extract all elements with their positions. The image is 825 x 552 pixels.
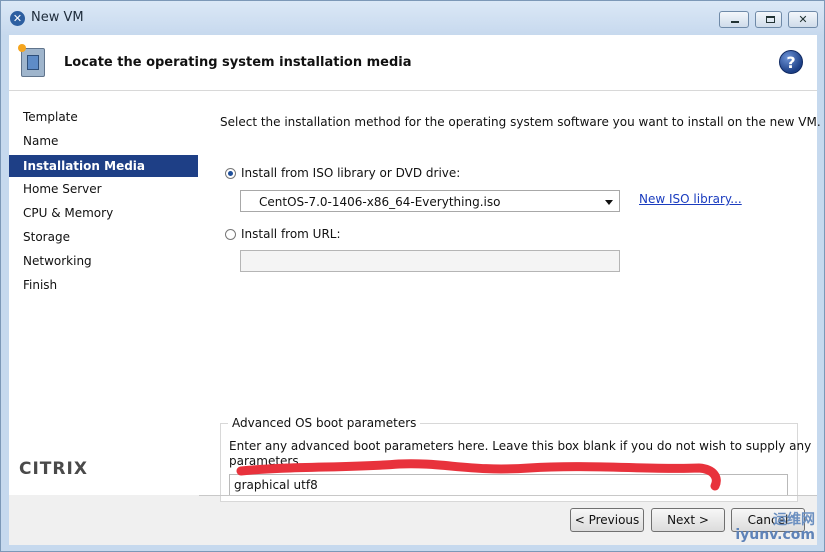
url-option-label[interactable]: Install from URL: — [241, 227, 341, 241]
watermark-top: 运维网 — [773, 512, 815, 528]
url-radio[interactable] — [225, 229, 236, 240]
sidebar-item-cpu-memory[interactable]: CPU & Memory — [9, 202, 198, 224]
help-icon[interactable]: ? — [779, 50, 803, 74]
sidebar-item-networking[interactable]: Networking — [9, 250, 198, 272]
iso-radio[interactable] — [225, 168, 236, 179]
boot-description-line1: Enter any advanced boot parameters here.… — [229, 439, 812, 453]
new-vm-icon: ✕ — [10, 11, 25, 26]
sparkle-icon — [18, 44, 26, 52]
sidebar-item-installation-media[interactable]: Installation Media — [9, 155, 198, 177]
maximize-icon — [766, 16, 775, 23]
close-icon: ✕ — [798, 13, 808, 26]
wizard-header: Locate the operating system installation… — [9, 35, 817, 91]
next-button[interactable]: Next > — [651, 508, 725, 532]
page-title: Locate the operating system installation… — [64, 55, 412, 70]
instruction-text: Select the installation method for the o… — [220, 115, 821, 129]
new-iso-library-link[interactable]: New ISO library... — [639, 192, 742, 206]
sidebar-item-name[interactable]: Name — [9, 130, 198, 152]
main-panel: Select the installation method for the o… — [199, 91, 821, 502]
watermark-bottom: iyunv.com — [735, 527, 815, 543]
iso-select[interactable]: CentOS-7.0-1406-x86_64-Everything.iso — [240, 190, 620, 212]
sidebar-item-template[interactable]: Template — [9, 106, 198, 128]
title-bar[interactable]: ✕ New VM ✕ — [1, 1, 824, 35]
boot-parameters-title: Advanced OS boot parameters — [228, 416, 421, 430]
minimize-icon — [731, 21, 739, 23]
wizard-icon — [21, 48, 45, 77]
maximize-button[interactable] — [755, 11, 782, 28]
sidebar-item-home-server[interactable]: Home Server — [9, 178, 198, 200]
wizard-sidebar: Template Name Installation Media Home Se… — [9, 91, 200, 495]
citrix-logo: CITRIX — [19, 459, 88, 479]
window-title: New VM — [31, 10, 84, 25]
new-vm-window: ✕ New VM ✕ Locate the operating system i… — [0, 0, 825, 552]
minimize-button[interactable] — [719, 11, 749, 28]
chevron-down-icon[interactable] — [605, 200, 613, 205]
iso-select-value: CentOS-7.0-1406-x86_64-Everything.iso — [259, 195, 501, 209]
previous-button[interactable]: < Previous — [570, 508, 644, 532]
annotation-underline — [236, 459, 721, 491]
url-input[interactable] — [240, 250, 620, 272]
sidebar-item-storage[interactable]: Storage — [9, 226, 198, 248]
site-watermark: 运维网 iyunv.com — [735, 509, 819, 549]
sidebar-item-finish[interactable]: Finish — [9, 274, 198, 296]
close-button[interactable]: ✕ — [788, 11, 818, 28]
iso-option-label[interactable]: Install from ISO library or DVD drive: — [241, 166, 460, 180]
